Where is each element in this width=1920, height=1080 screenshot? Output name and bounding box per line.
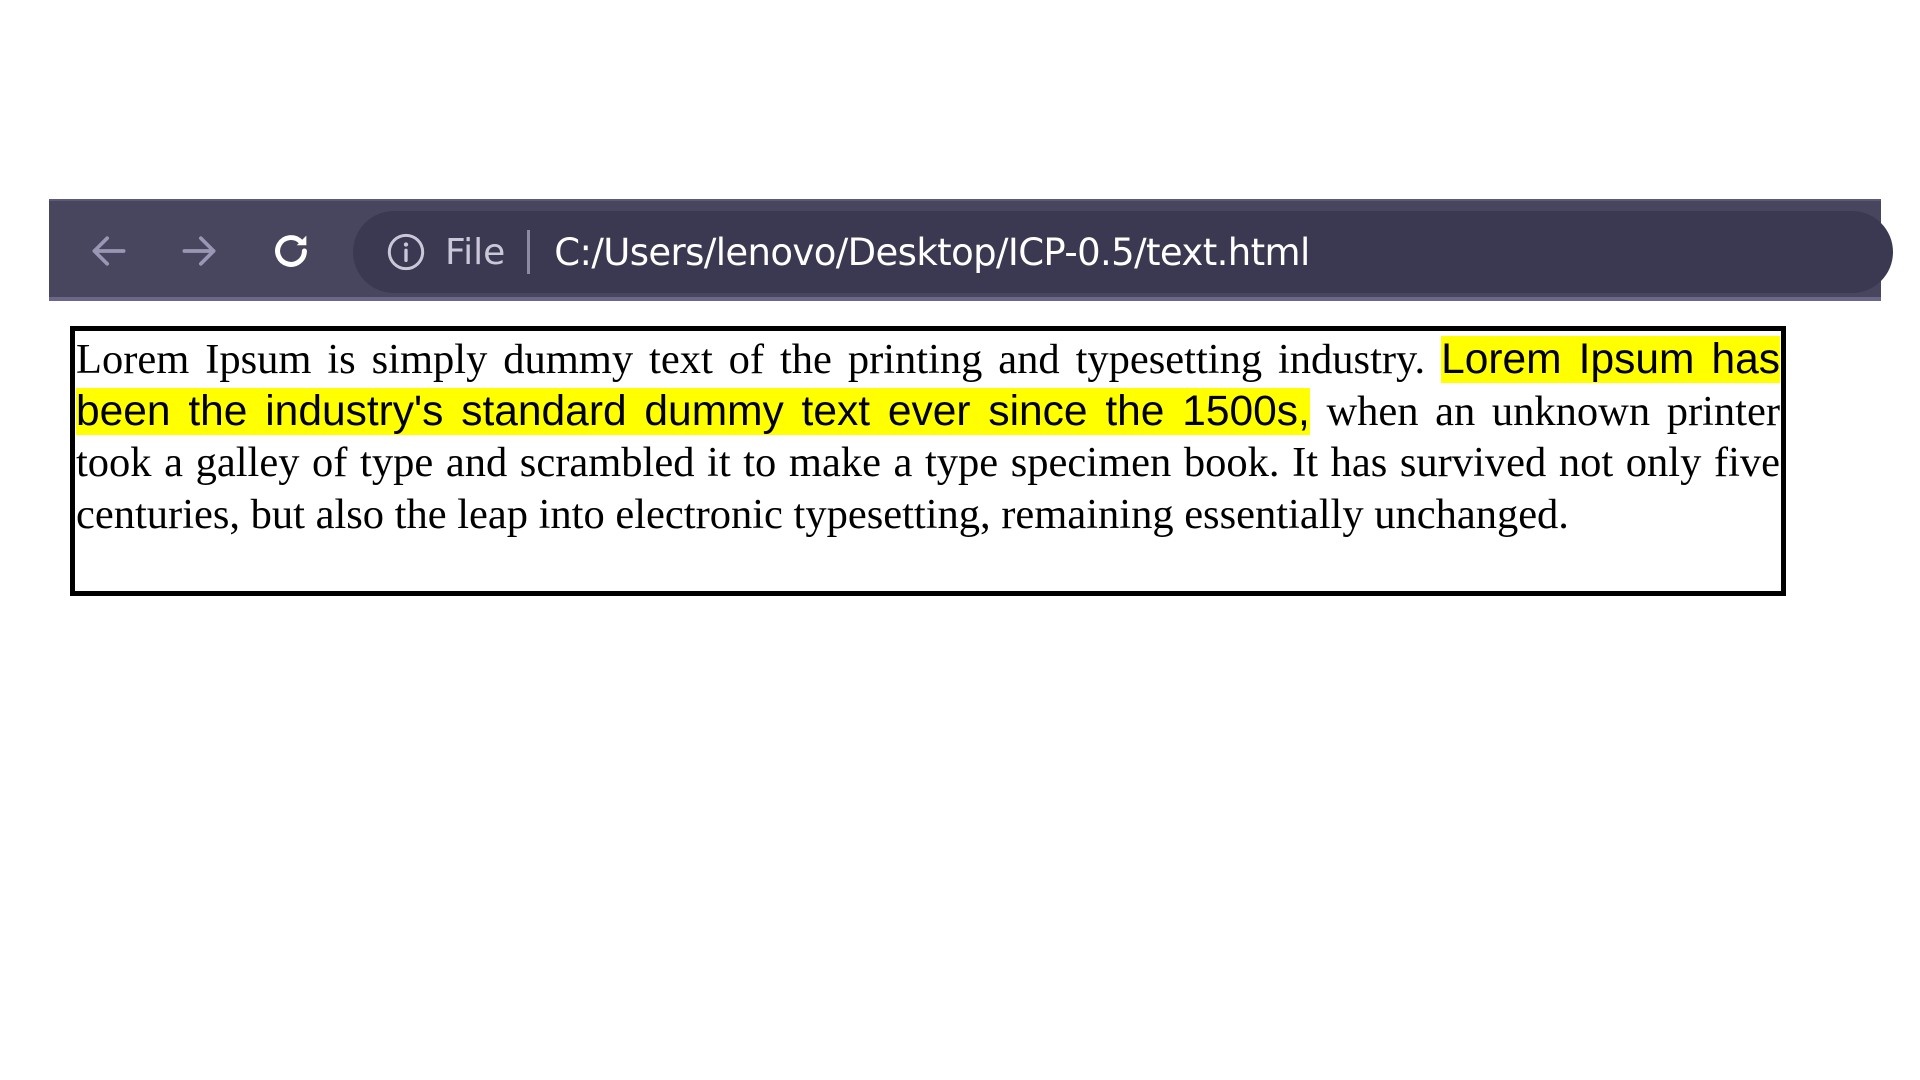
scheme-label: File [445, 231, 506, 273]
lorem-paragraph: Lorem Ipsum is simply dummy text of the … [76, 334, 1781, 540]
address-bar[interactable]: File C:/Users/lenovo/Desktop/ICP-0.5/tex… [353, 211, 1893, 293]
reload-icon [275, 235, 307, 267]
back-button[interactable] [83, 225, 135, 277]
omnibox-divider [527, 230, 531, 274]
info-circle-icon[interactable] [385, 231, 427, 273]
reload-button[interactable] [265, 225, 317, 277]
url-text[interactable]: C:/Users/lenovo/Desktop/ICP-0.5/text.htm… [554, 231, 1310, 274]
arrow-left-icon [92, 236, 126, 266]
browser-toolbar: File C:/Users/lenovo/Desktop/ICP-0.5/tex… [49, 199, 1893, 301]
bordered-text-box: Lorem Ipsum is simply dummy text of the … [70, 326, 1786, 596]
forward-button[interactable] [173, 225, 225, 277]
text-before-highlight: Lorem Ipsum is simply dummy text of the … [76, 336, 1442, 383]
arrow-right-icon [182, 236, 216, 266]
